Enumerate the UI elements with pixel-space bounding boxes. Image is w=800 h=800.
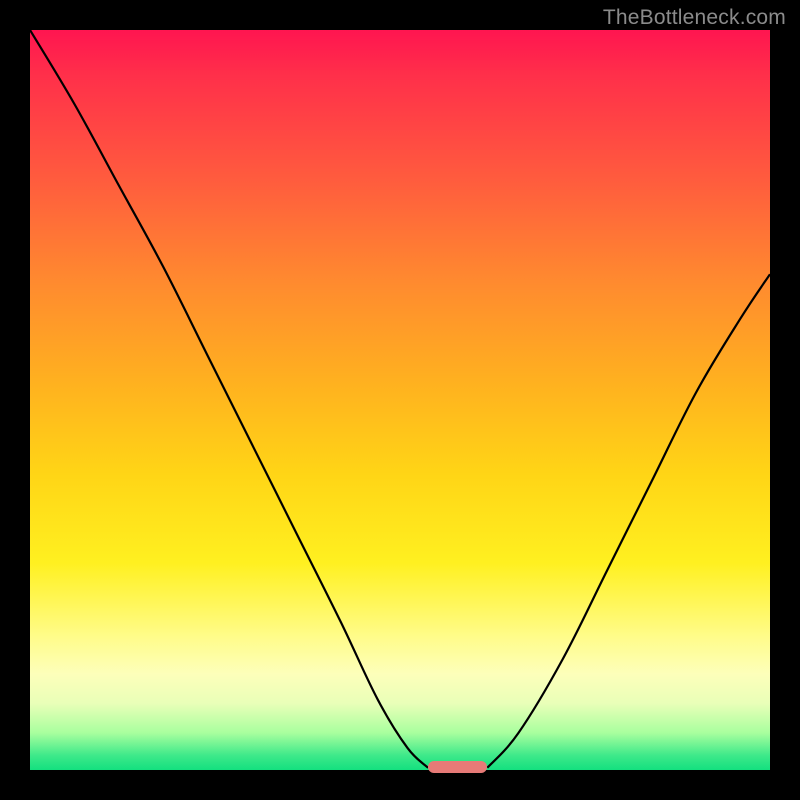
watermark-text: TheBottleneck.com xyxy=(603,6,786,30)
chart-frame: TheBottleneck.com xyxy=(0,0,800,800)
plot-background xyxy=(30,30,770,770)
bottleneck-marker xyxy=(428,761,487,773)
